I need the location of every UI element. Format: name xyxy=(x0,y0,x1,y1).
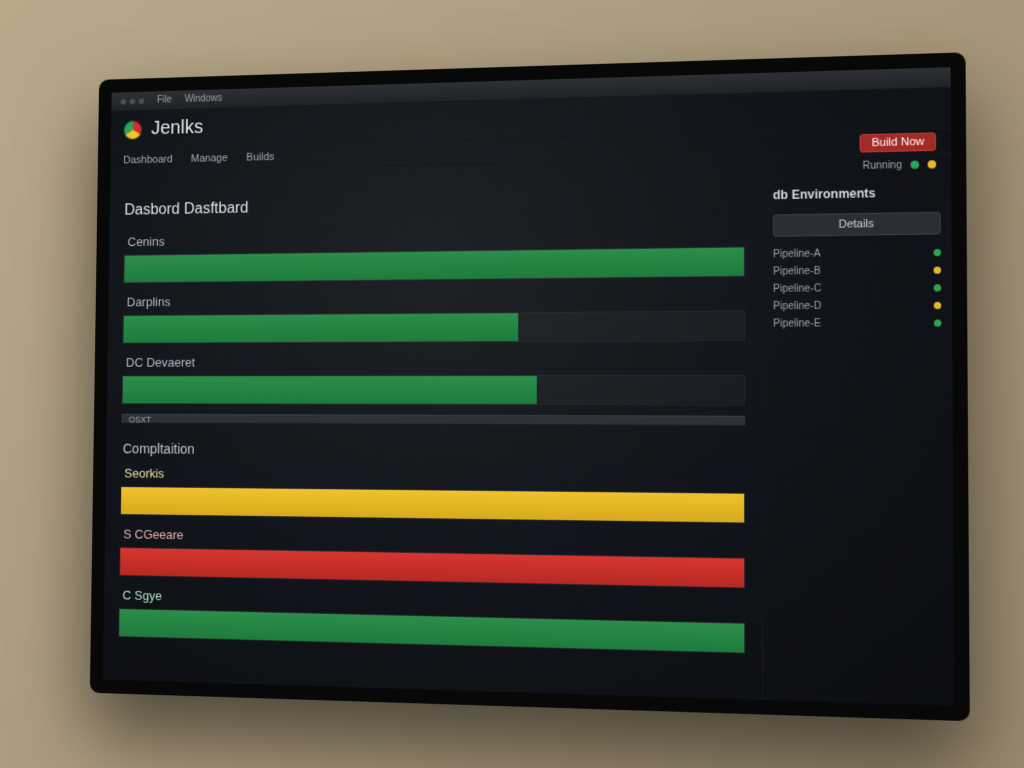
section-subtitle: Compltaition xyxy=(123,441,745,461)
sidebar-item-label: Pipeline-B xyxy=(773,265,927,278)
content-area: Dasbord Dasftbard Cenins Darplins DC Devae… xyxy=(103,174,955,706)
bar-fill xyxy=(119,609,744,653)
bar-fill xyxy=(123,376,537,404)
status-dot-icon xyxy=(934,284,942,291)
window-controls[interactable] xyxy=(121,98,145,104)
nav-item-dashboard[interactable]: Dashboard xyxy=(123,153,172,166)
bar-row[interactable]: DC Devaeret xyxy=(122,353,746,405)
jenkins-icon xyxy=(124,120,142,139)
nav-item-builds[interactable]: Builds xyxy=(246,151,274,163)
bar-label: Darplins xyxy=(127,289,745,309)
status-label: Running xyxy=(863,159,903,171)
bar-fill xyxy=(123,313,518,343)
sidebar-heading: db Environments xyxy=(773,185,941,202)
sidebar-list: Pipeline-A Pipeline-B Pipeline-C Pipeline-D… xyxy=(773,247,941,330)
bar-group-a: Cenins Darplins DC Devaeret xyxy=(122,225,746,405)
bar-row[interactable]: C Sgye xyxy=(118,588,745,654)
bar-label: DC Devaeret xyxy=(126,353,745,369)
sidebar-item-label: Pipeline-A xyxy=(773,247,927,260)
bar-fill xyxy=(120,548,744,588)
sidebar-item[interactable]: Pipeline-B xyxy=(773,264,941,277)
bar-row[interactable]: Seorkis xyxy=(120,466,745,524)
status-dot-success-icon xyxy=(911,161,920,169)
bar-track xyxy=(118,608,745,654)
screen: File Windows Jenlks Dashboard Manage Bui… xyxy=(103,67,955,706)
bar-track xyxy=(123,246,745,283)
sidebar-item[interactable]: Pipeline-D xyxy=(773,300,941,313)
sidebar-item[interactable]: Pipeline-A xyxy=(773,247,941,260)
main-panel: Dasbord Dasftbard Cenins Darplins DC Devae… xyxy=(103,178,762,700)
status-dot-warning-icon xyxy=(928,160,937,168)
status-dot-icon xyxy=(934,302,942,309)
bar-track xyxy=(119,547,745,589)
sidebar-button-secondary[interactable]: Details xyxy=(773,212,941,237)
status-dot-icon xyxy=(934,319,942,326)
bar-label: Seorkis xyxy=(124,466,745,487)
bar-track xyxy=(120,486,745,524)
status-dot-icon xyxy=(933,249,941,256)
action-button[interactable]: Build Now xyxy=(860,132,936,152)
sidebar-item-label: Pipeline-E xyxy=(773,317,927,329)
sidebar-item[interactable]: Pipeline-E xyxy=(773,317,941,329)
bar-row[interactable]: Darplins xyxy=(122,289,745,344)
sidebar-item-label: Pipeline-C xyxy=(773,282,927,295)
bar-row[interactable]: Cenins xyxy=(123,225,745,283)
bar-label: Cenins xyxy=(127,225,744,249)
app-title: Jenlks xyxy=(151,117,203,140)
sidebar-item-label: Pipeline-D xyxy=(773,300,927,312)
bar-group-b: Seorkis S CGeeareC Sgye xyxy=(118,466,745,654)
sidebar-item[interactable]: Pipeline-C xyxy=(773,282,941,295)
sidebar: db Environments Details Pipeline-APipeli… xyxy=(761,174,954,706)
bar-track xyxy=(122,375,746,406)
bar-fill xyxy=(121,487,744,523)
group-divider: OSXT xyxy=(121,414,745,426)
section-title: Dasbord Dasftbard xyxy=(124,191,745,220)
status-dot-icon xyxy=(934,267,942,274)
bar-row[interactable]: S CGeeare xyxy=(119,527,745,589)
nav-item-manage[interactable]: Manage xyxy=(191,152,228,164)
webcam xyxy=(510,71,518,79)
monitor-frame: File Windows Jenlks Dashboard Manage Bui… xyxy=(90,52,970,721)
menubar-item[interactable]: File xyxy=(157,95,172,106)
menubar-item[interactable]: Windows xyxy=(185,93,223,105)
bar-fill xyxy=(124,247,744,282)
bar-track xyxy=(122,310,745,343)
